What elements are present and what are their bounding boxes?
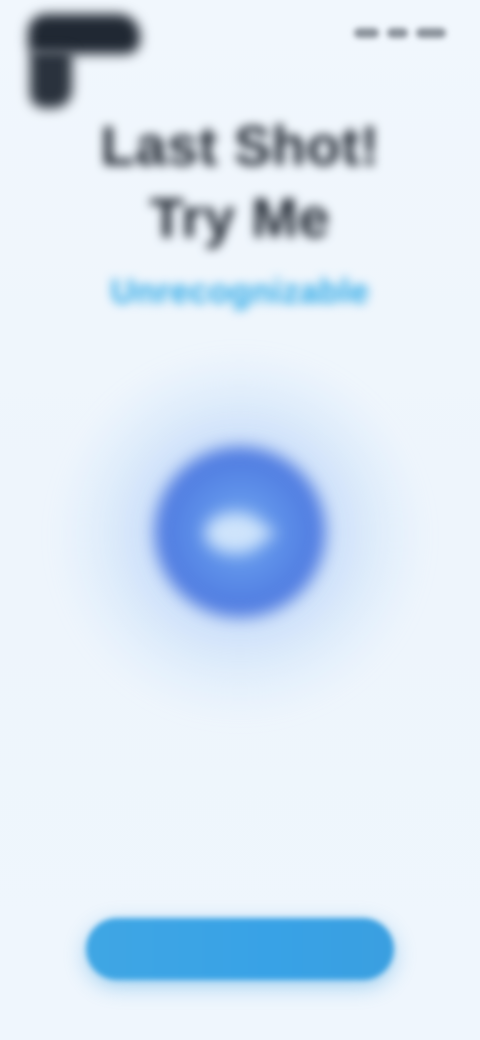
play-icon[interactable]: [197, 508, 283, 558]
title-line-1: Last Shot!: [100, 114, 380, 177]
voice-orb[interactable]: [60, 360, 420, 720]
status-icons: [353, 24, 446, 42]
logo-top-mark: [28, 14, 140, 54]
battery-icon: [415, 28, 446, 38]
app-logo: [22, 10, 142, 110]
app-screen: Last Shot! Try Me Unrecognizable: [0, 0, 480, 1040]
logo-stem-mark: [30, 50, 72, 108]
page-title: Last Shot! Try Me: [0, 110, 480, 254]
page-subtitle: Unrecognizable: [110, 273, 370, 311]
primary-cta-button[interactable]: [86, 918, 394, 980]
wifi-icon: [386, 28, 408, 38]
signal-icon: [353, 28, 379, 38]
title-line-2: Try Me: [149, 186, 331, 249]
